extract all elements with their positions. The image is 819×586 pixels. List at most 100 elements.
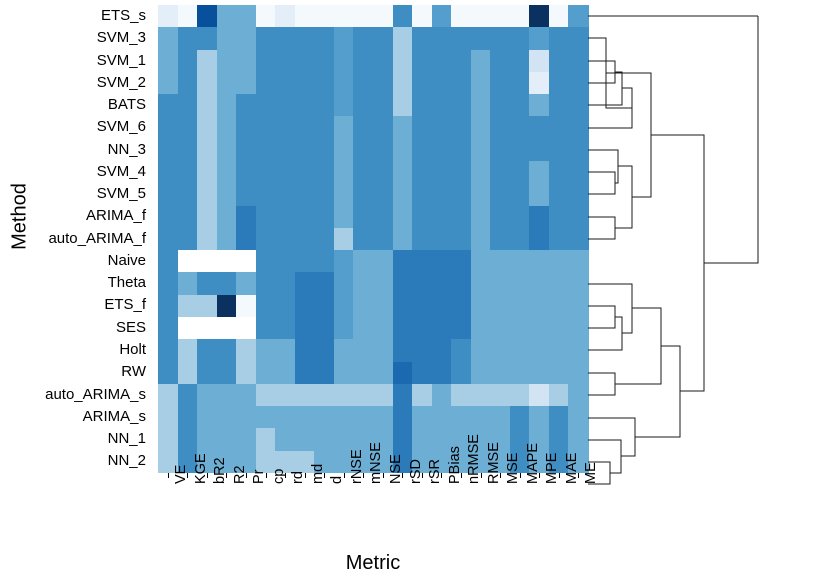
heatmap-cell (373, 227, 394, 251)
heatmap-cell (158, 205, 179, 228)
heatmap-cell (509, 116, 530, 139)
heatmap-cell (353, 183, 374, 206)
heatmap-cell (548, 383, 570, 407)
heatmap-cell (294, 183, 315, 206)
heatmap-cell (529, 250, 550, 273)
heatmap-cell (392, 27, 413, 50)
heatmap-cell (177, 272, 198, 295)
heatmap-cell (197, 161, 218, 184)
heatmap-cell (294, 205, 315, 228)
heatmap-cell (275, 294, 296, 317)
heatmap-cell (490, 317, 511, 340)
heatmap-cell (158, 317, 179, 340)
heatmap-cell (216, 339, 237, 362)
heatmap-cell (529, 339, 550, 362)
heatmap-cell (255, 383, 276, 407)
heatmap-cell (158, 227, 179, 251)
heatmap-cell (412, 272, 433, 295)
heatmap-cell (158, 49, 179, 72)
heatmap-cell (529, 94, 550, 117)
heatmap-cell (509, 183, 530, 206)
heatmap-cell (236, 49, 257, 72)
heatmap-cell (548, 116, 570, 139)
heatmap-cell (548, 27, 570, 50)
heatmap-cell (177, 361, 198, 384)
y-tick-label: NN_1 (107, 430, 146, 448)
heatmap-cell (509, 272, 530, 295)
heatmap-cell (333, 294, 355, 317)
heatmap-cell (412, 205, 433, 228)
heatmap-cell (294, 317, 315, 340)
heatmap-cell (236, 27, 257, 50)
heatmap-cell (275, 5, 296, 28)
heatmap-cell (353, 361, 374, 384)
heatmap-cell (568, 317, 589, 340)
heatmap-cell (236, 317, 257, 340)
heatmap-cell (568, 250, 589, 273)
heatmap-cell (255, 294, 276, 317)
heatmap-cell (548, 361, 570, 384)
heatmap-cell (431, 205, 452, 228)
heatmap-cell (392, 227, 413, 251)
heatmap-cell (314, 317, 335, 340)
heatmap-cell (490, 183, 511, 206)
heatmap-cell (373, 5, 394, 28)
heatmap-cell (314, 250, 335, 273)
heatmap-cell (275, 339, 296, 362)
heatmap-cell (548, 272, 570, 295)
y-tick-label: Naive (107, 251, 146, 269)
heatmap-cell (470, 339, 491, 362)
heatmap-cell (451, 161, 472, 184)
heatmap-cell (197, 272, 218, 295)
heatmap-cell (451, 317, 472, 340)
heatmap-cell (275, 361, 296, 384)
heatmap-cell (158, 428, 179, 451)
heatmap-cell (490, 383, 511, 407)
heatmap-cell (412, 227, 433, 251)
y-tick-label: BATS (107, 96, 146, 114)
y-tick-label: ARIMA_s (82, 407, 146, 425)
heatmap-cell (412, 5, 433, 28)
y-tick-label: SVM_6 (96, 118, 146, 136)
heatmap-cell (431, 272, 452, 295)
heatmap-cell (177, 205, 198, 228)
heatmap-cell (294, 5, 315, 28)
heatmap-cell (255, 27, 276, 50)
heatmap-cell (548, 205, 570, 228)
heatmap-cell (236, 183, 257, 206)
heatmap-cell (294, 339, 315, 362)
y-tick-label: SVM_4 (96, 162, 146, 180)
heatmap-cell (568, 205, 589, 228)
heatmap-cell (470, 272, 491, 295)
heatmap-cell (333, 94, 355, 117)
heatmap-cell (451, 205, 472, 228)
heatmap-cell (236, 250, 257, 273)
heatmap-cell (451, 272, 472, 295)
heatmap-cell (509, 49, 530, 72)
dendrogram-svg (588, 15, 759, 485)
y-tick-label: SES (115, 318, 146, 336)
heatmap-cell (529, 183, 550, 206)
heatmap-cell (177, 71, 198, 95)
heatmap-cell (392, 94, 413, 117)
heatmap-cell (216, 272, 237, 295)
heatmap-cell (353, 138, 374, 161)
heatmap-cell (236, 5, 257, 28)
heatmap-cell (548, 161, 570, 184)
heatmap-cell (236, 94, 257, 117)
heatmap-cell (509, 5, 530, 28)
heatmap-cell (275, 317, 296, 340)
heatmap-cell (568, 406, 589, 429)
heatmap-cell (568, 71, 589, 95)
heatmap-cell (158, 71, 179, 95)
heatmap-cell (431, 317, 452, 340)
heatmap-cell (177, 428, 198, 451)
heatmap-cell (451, 294, 472, 317)
heatmap-cell (197, 317, 218, 340)
heatmap-cell (451, 116, 472, 139)
heatmap-cell (548, 294, 570, 317)
heatmap-cell (177, 294, 198, 317)
heatmap-cell (431, 49, 452, 72)
heatmap-cell (490, 406, 511, 429)
heatmap-cell (177, 339, 198, 362)
